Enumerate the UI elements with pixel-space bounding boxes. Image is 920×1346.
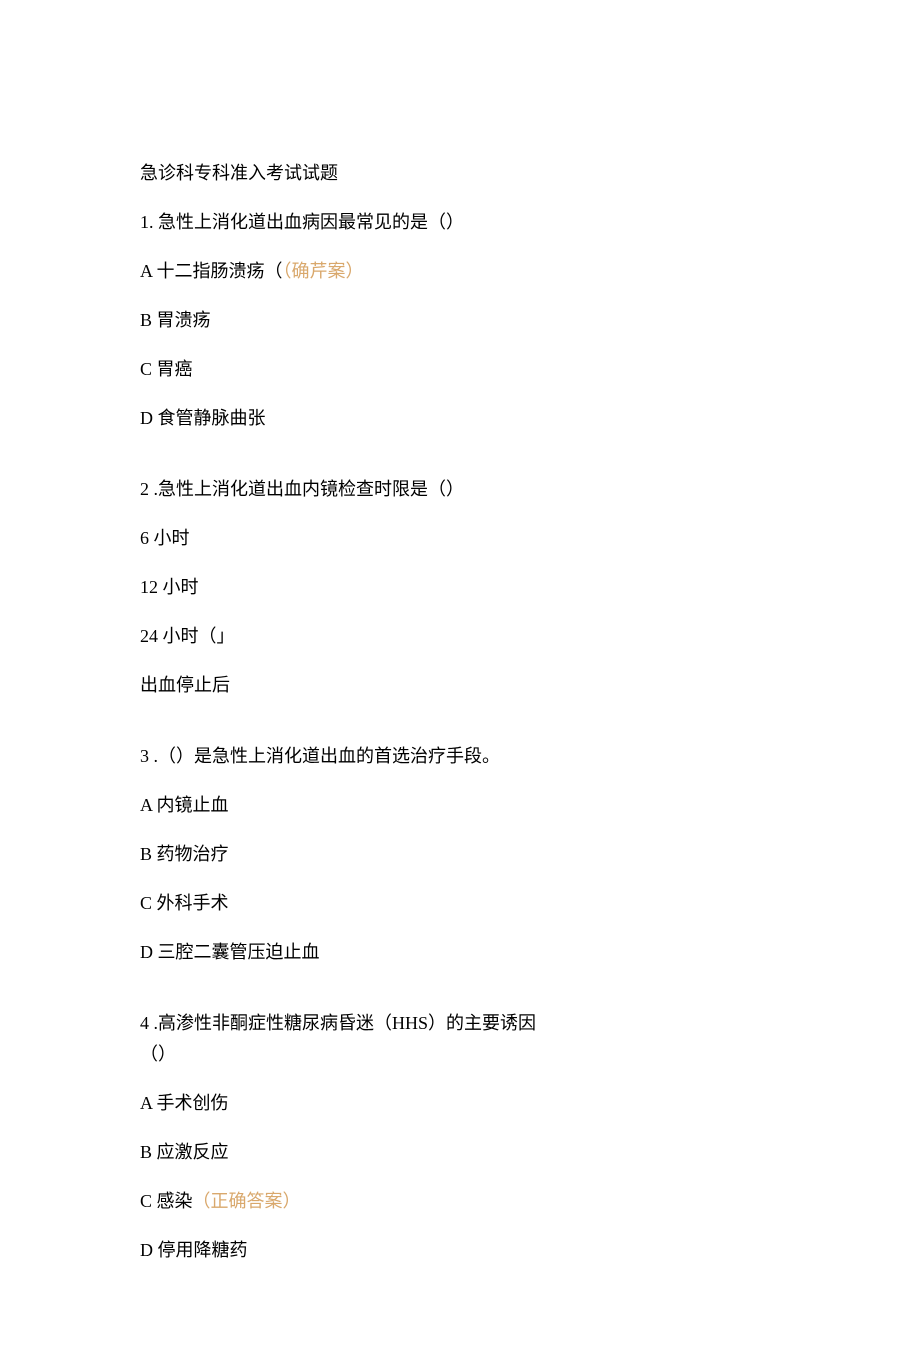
question-number: 4 [140, 1013, 149, 1033]
option-3-b: B 药物治疗 [140, 841, 780, 868]
question-number: 2 [140, 479, 149, 499]
answer-mark: （确芹案） [283, 261, 364, 281]
option-1-d: D 食管静脉曲张 [140, 405, 780, 432]
option-1-a: A 十二指肠溃疡（（确芹案） [140, 258, 780, 285]
question-4-line2: （） [140, 1041, 780, 1068]
question-number: 1. [140, 212, 154, 232]
option-1-c: C 胃癌 [140, 356, 780, 383]
question-number: 3 [140, 746, 149, 766]
option-3-c: C 外科手术 [140, 890, 780, 917]
option-2-a: 6 小时 [140, 525, 780, 552]
question-4: 4 .高渗性非酮症性糖尿病昏迷（HHS）的主要诱因 [140, 1010, 780, 1037]
question-text: 急性上消化道出血病因最常见的是（） [158, 212, 464, 232]
option-2-d: 出血停止后 [140, 672, 780, 699]
question-text: .急性上消化道出血内镜检查时限是（） [149, 479, 464, 499]
option-3-a: A 内镜止血 [140, 792, 780, 819]
option-4-d: D 停用降糖药 [140, 1237, 780, 1264]
option-4-a: A 手术创伤 [140, 1090, 780, 1117]
document-title: 急诊科专科准入考试试题 [140, 160, 780, 187]
question-3: 3 .（）是急性上消化道出血的首选治疗手段。 [140, 743, 780, 770]
option-4-b: B 应激反应 [140, 1139, 780, 1166]
option-2-b: 12 小时 [140, 574, 780, 601]
question-text: .（）是急性上消化道出血的首选治疗手段。 [149, 746, 500, 766]
option-2-c: 24 小时（」 [140, 623, 780, 650]
option-label: A 十二指肠溃疡（ [140, 261, 283, 281]
answer-mark: （正确答案） [193, 1191, 301, 1211]
question-2: 2 .急性上消化道出血内镜检查时限是（） [140, 476, 780, 503]
option-4-c: C 感染（正确答案） [140, 1188, 780, 1215]
option-1-b: B 胃溃疡 [140, 307, 780, 334]
option-3-d: D 三腔二囊管压迫止血 [140, 939, 780, 966]
question-text: .高渗性非酮症性糖尿病昏迷（HHS）的主要诱因 [149, 1013, 536, 1033]
question-1: 1. 急性上消化道出血病因最常见的是（） [140, 209, 780, 236]
option-label: C 感染 [140, 1191, 193, 1211]
